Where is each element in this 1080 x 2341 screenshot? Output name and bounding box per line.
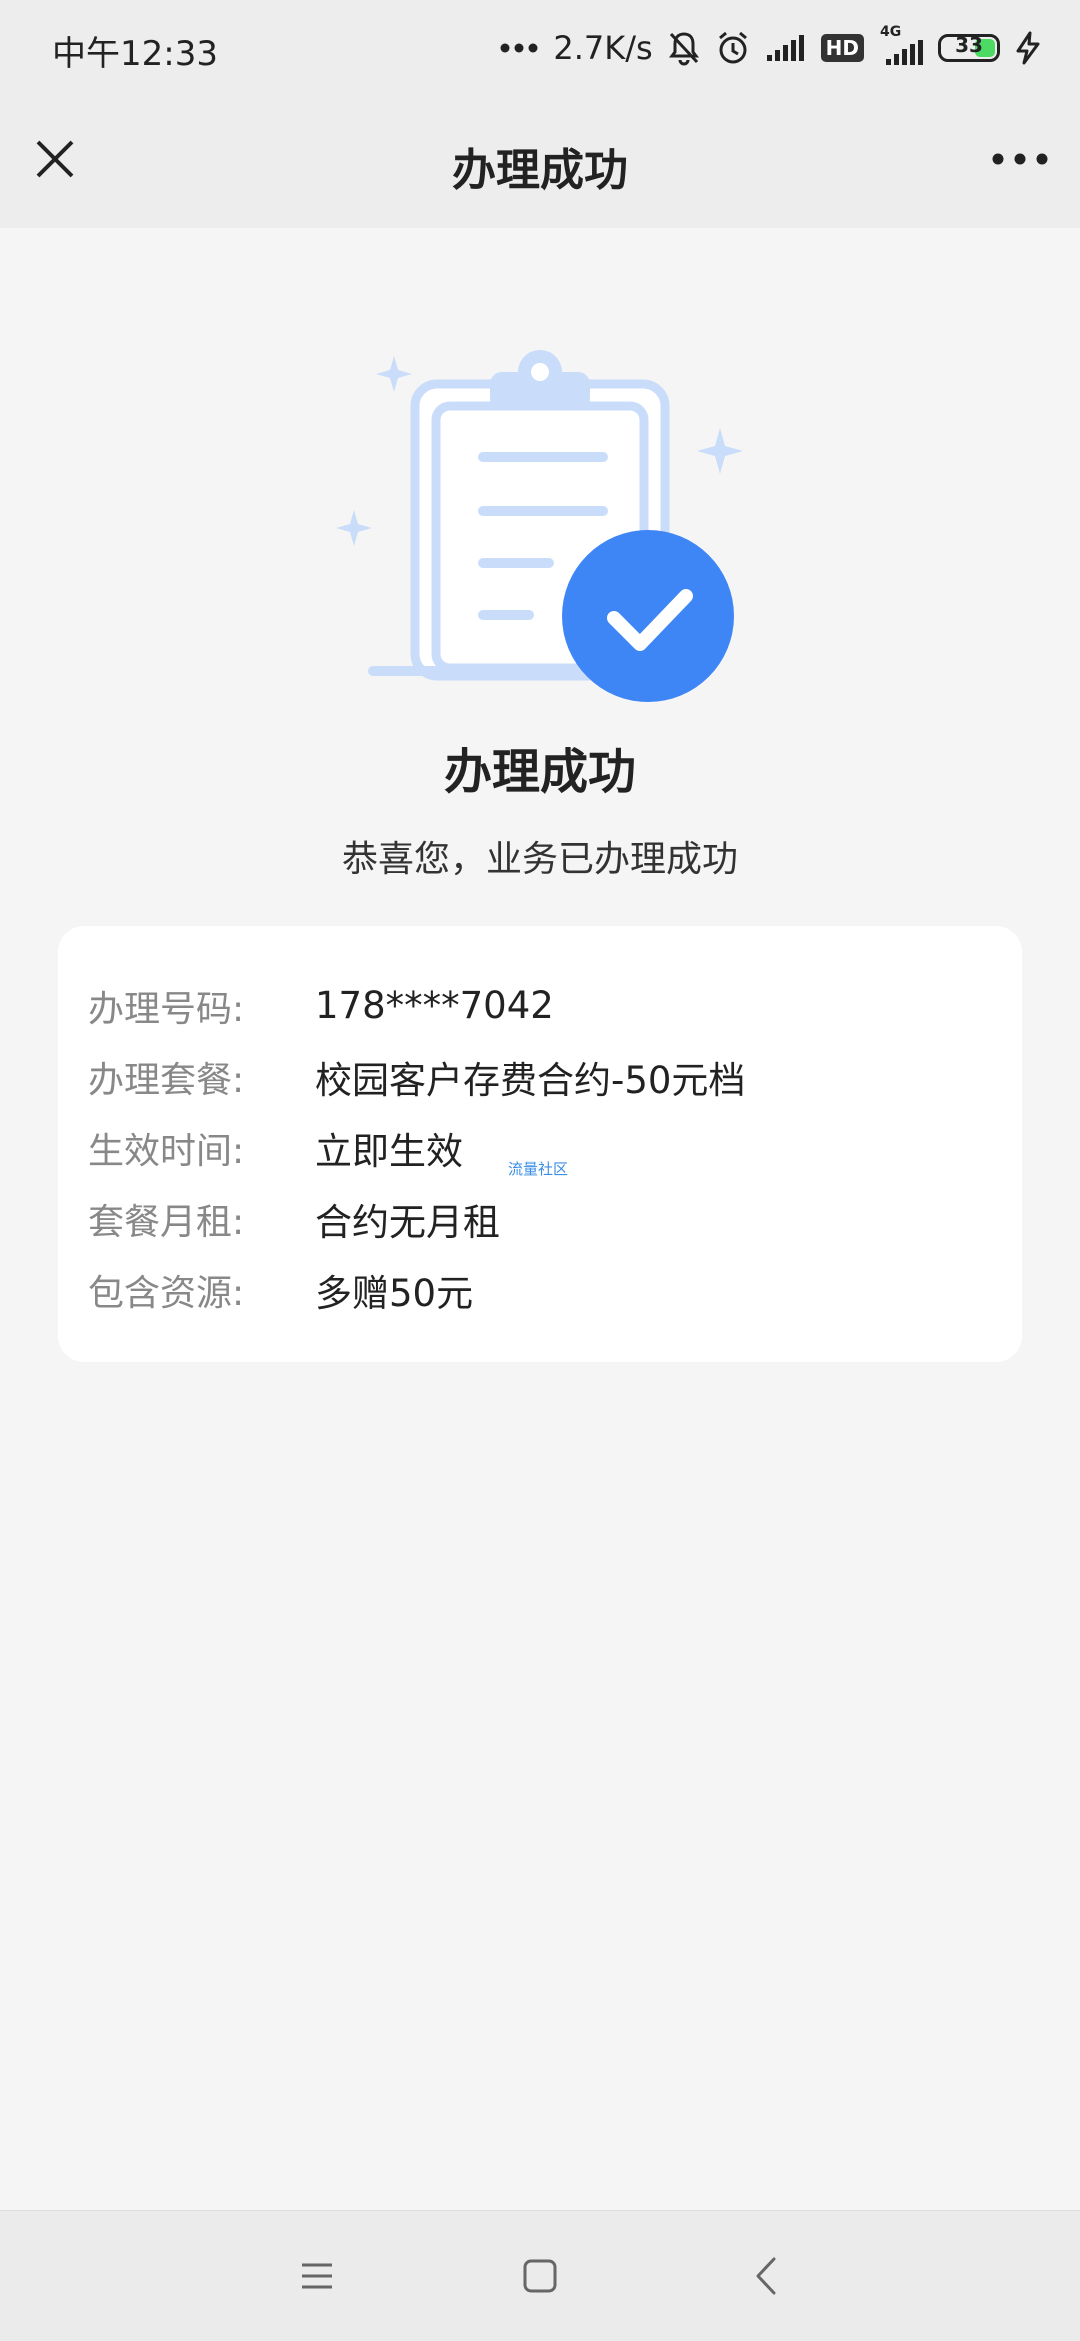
status-time: 中午12:33 xyxy=(52,34,218,74)
success-subtitle: 恭喜您，业务已办理成功 xyxy=(341,839,738,880)
detail-row-plan: 办理套餐: 校园客户存费合约-50元档 xyxy=(88,1041,992,1112)
detail-value: 178****7042 xyxy=(315,984,554,1027)
signal-4g-icon: 4G xyxy=(878,24,924,68)
page-title: 办理成功 xyxy=(452,145,628,196)
detail-label: 办理号码: xyxy=(88,988,245,1030)
network-type-label: 4G xyxy=(880,24,902,40)
more-icon[interactable] xyxy=(990,146,1050,172)
details-card: 办理号码: 178****7042 办理套餐: 校园客户存费合约-50元档 生效… xyxy=(58,926,1022,1362)
battery-level: 33 xyxy=(955,33,983,57)
battery-icon: 33 xyxy=(938,33,1000,62)
back-icon[interactable] xyxy=(742,2251,792,2301)
detail-value: 校园客户存费合约-50元档 xyxy=(315,1058,746,1102)
menu-icon[interactable] xyxy=(292,2251,342,2301)
status-icons: 2.7K/s HD 4G 33 xyxy=(499,24,1044,72)
nav-bar: 办理成功 xyxy=(0,96,1080,228)
detail-label: 包含资源: xyxy=(88,1272,245,1314)
detail-value: 多赠50元 xyxy=(315,1271,474,1315)
detail-label: 套餐月租: xyxy=(88,1201,245,1243)
home-square-icon[interactable] xyxy=(515,2251,565,2301)
detail-value: 合约无月租 xyxy=(315,1200,500,1244)
detail-row-monthly-fee: 套餐月租: 合约无月租 xyxy=(88,1183,992,1254)
detail-value: 立即生效 xyxy=(315,1129,463,1173)
success-title: 办理成功 xyxy=(443,744,636,800)
detail-row-resources: 包含资源: 多赠50元 xyxy=(88,1254,992,1325)
more-dots-icon xyxy=(500,43,538,53)
detail-row-phone: 办理号码: 178****7042 xyxy=(88,970,992,1041)
charging-icon xyxy=(1016,31,1040,65)
hd-icon: HD xyxy=(820,34,864,62)
system-nav-bar xyxy=(0,2210,1080,2341)
detail-label: 生效时间: xyxy=(88,1130,245,1172)
watermark: 流量社区 xyxy=(508,1160,569,1178)
clipboard-check-icon xyxy=(336,350,743,702)
alarm-icon xyxy=(718,31,747,64)
detail-label: 办理套餐: xyxy=(88,1059,245,1101)
network-speed: 2.7K/s xyxy=(553,29,653,67)
signal-icon xyxy=(766,35,804,61)
mute-bell-icon xyxy=(668,32,699,66)
status-bar: 中午12:33 2.7K/s HD 4G 33 xyxy=(0,0,1080,96)
